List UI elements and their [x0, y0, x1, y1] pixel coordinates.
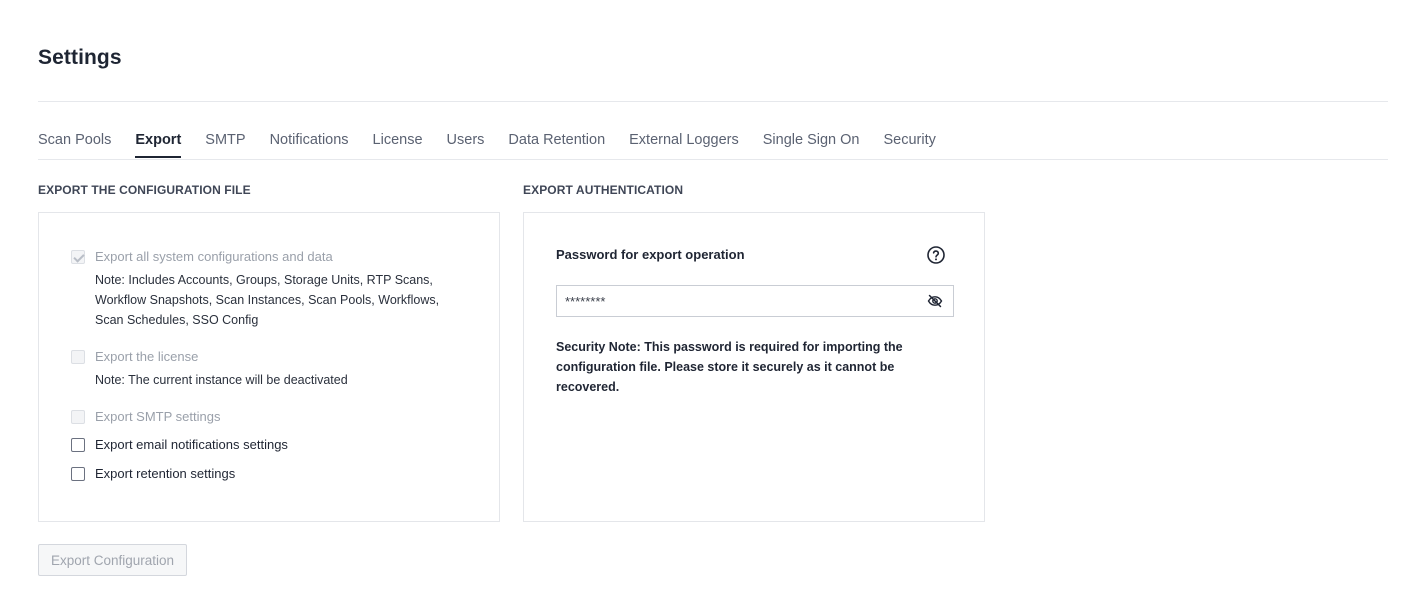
export-config-panel: Export all system configurations and dat…: [38, 212, 500, 522]
option-export-all: Export all system configurations and dat…: [71, 248, 333, 266]
export-retention-label: Export retention settings: [95, 466, 236, 481]
export-smtp-checkbox[interactable]: [71, 410, 85, 424]
export-all-label: Export all system configurations and dat…: [95, 249, 333, 264]
option-export-retention: Export retention settings: [71, 465, 235, 483]
export-license-label: Export the license: [95, 349, 199, 364]
password-input[interactable]: [557, 286, 907, 316]
export-all-note: Note: Includes Accounts, Groups, Storage…: [95, 270, 465, 330]
export-license-checkbox[interactable]: [71, 350, 85, 364]
tab-license[interactable]: License: [373, 131, 423, 158]
settings-page: Settings Scan Pools Export SMTP Notifica…: [0, 0, 1424, 614]
password-field: [556, 285, 954, 317]
tab-smtp[interactable]: SMTP: [205, 131, 245, 158]
tabs-divider: [38, 159, 1388, 160]
tab-security[interactable]: Security: [884, 131, 936, 158]
export-all-note-line: Scan Schedules, SSO Config: [95, 313, 259, 327]
eye-off-icon[interactable]: [927, 293, 943, 309]
export-retention-checkbox[interactable]: [71, 467, 85, 481]
option-export-email-notifications: Export email notifications settings: [71, 436, 288, 454]
tab-notifications[interactable]: Notifications: [270, 131, 349, 158]
export-email-notifications-label: Export email notifications settings: [95, 437, 288, 452]
page-title: Settings: [38, 46, 122, 69]
export-smtp-label: Export SMTP settings: [95, 409, 221, 424]
export-auth-section-label: EXPORT AUTHENTICATION: [523, 183, 684, 197]
export-configuration-button[interactable]: Export Configuration: [38, 544, 188, 576]
tab-data-retention[interactable]: Data Retention: [508, 131, 605, 158]
option-export-smtp: Export SMTP settings: [71, 408, 220, 426]
export-license-note: Note: The current instance will be deact…: [95, 373, 348, 387]
option-export-license: Export the license: [71, 348, 198, 366]
password-label: Password for export operation: [556, 247, 745, 262]
security-note-line: Security Note: This password is required…: [556, 340, 903, 354]
export-all-checkbox[interactable]: [71, 250, 85, 264]
tab-users[interactable]: Users: [447, 131, 485, 158]
question-circle-icon[interactable]: [926, 245, 946, 265]
export-email-notifications-checkbox[interactable]: [71, 438, 85, 452]
tab-single-sign-on[interactable]: Single Sign On: [763, 131, 860, 158]
tab-scan-pools[interactable]: Scan Pools: [38, 131, 111, 158]
tab-export[interactable]: Export: [135, 131, 182, 158]
export-config-section-label: EXPORT THE CONFIGURATION FILE: [38, 183, 251, 197]
export-all-note-line: Note: Includes Accounts, Groups, Storage…: [95, 273, 433, 287]
tab-external-loggers[interactable]: External Loggers: [629, 131, 739, 158]
settings-tabs: Scan Pools Export SMTP Notifications Lic…: [38, 131, 960, 159]
security-note-line: configuration file. Please store it secu…: [556, 360, 895, 394]
header-divider: [38, 101, 1388, 102]
security-note: Security Note: This password is required…: [556, 337, 956, 397]
export-all-note-line: Workflow Snapshots, Scan Instances, Scan…: [95, 293, 440, 307]
export-auth-panel: Password for export operation Security N…: [523, 212, 985, 522]
